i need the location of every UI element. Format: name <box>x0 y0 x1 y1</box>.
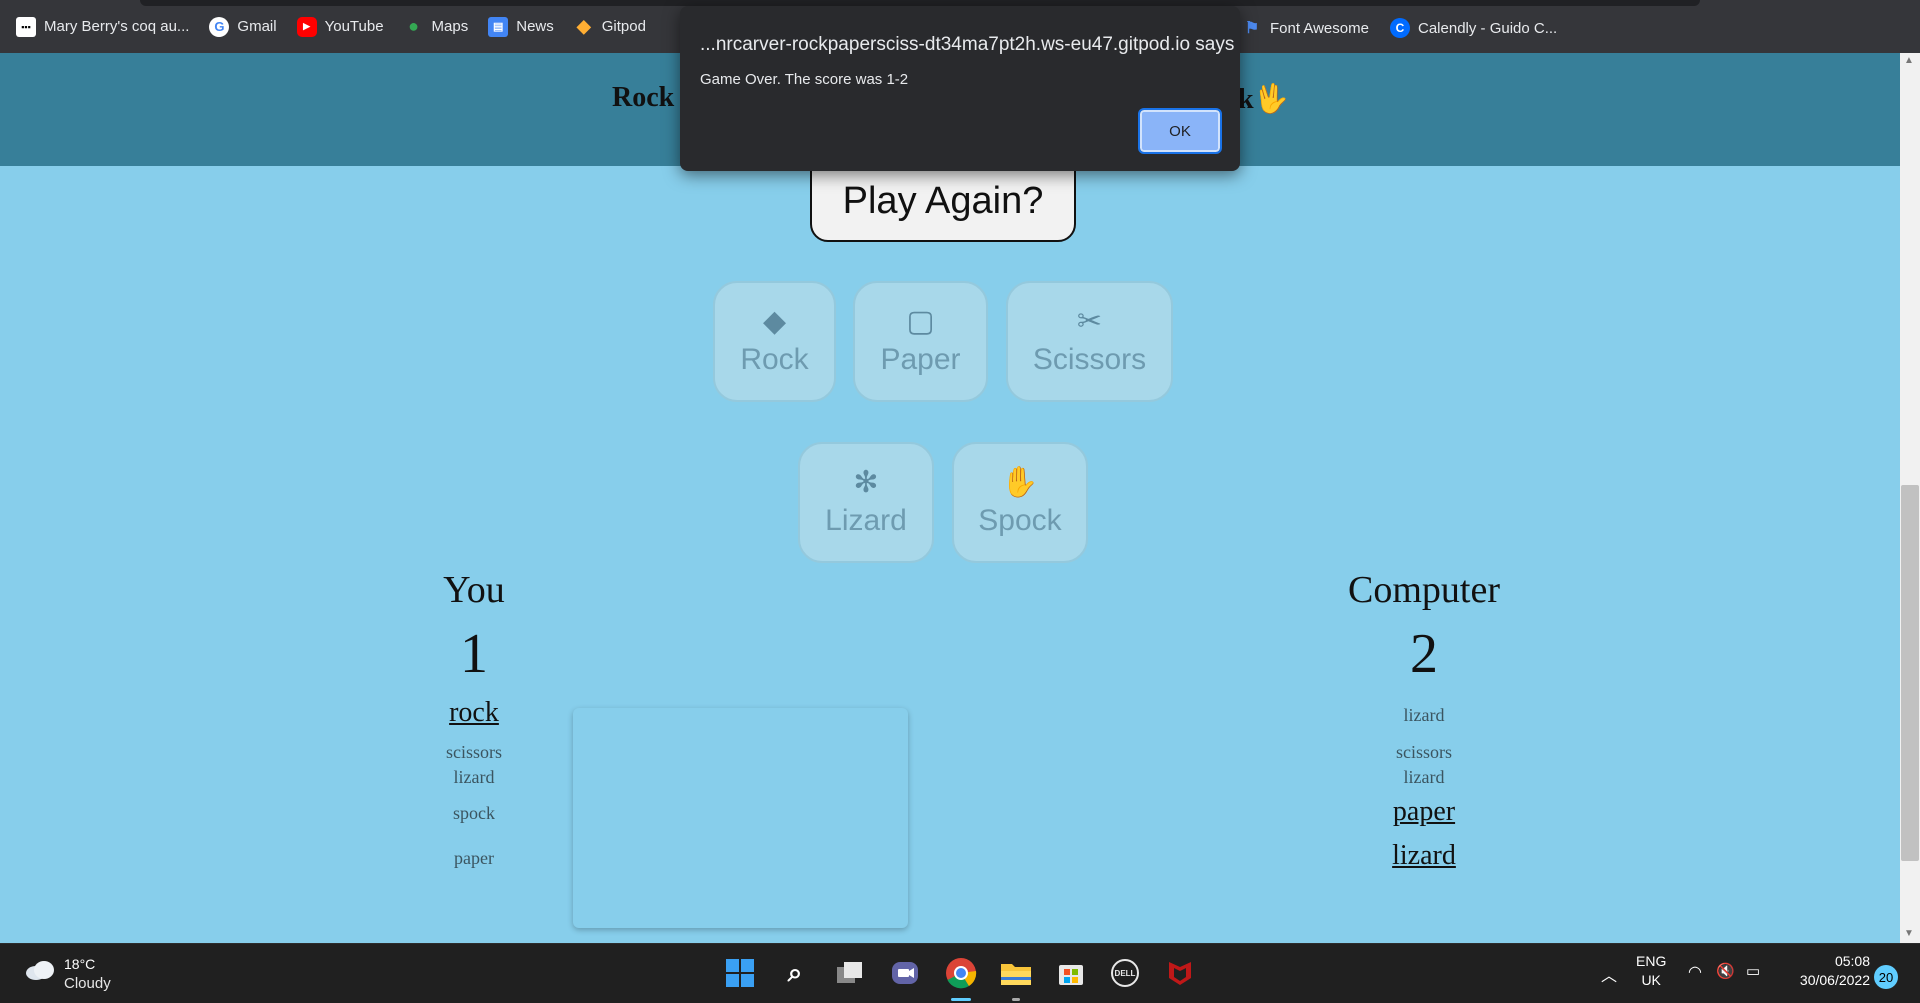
bookmark-maps[interactable]: ● Maps <box>404 16 469 37</box>
notification-badge[interactable]: 20 <box>1874 965 1898 989</box>
gem-icon: ◆ <box>762 304 787 338</box>
bookmark-youtube[interactable]: ▶ YouTube <box>296 16 384 37</box>
weather-temperature[interactable]: 18°C <box>64 956 95 972</box>
player-history-item: spock <box>453 803 495 823</box>
microsoft-store-icon[interactable] <box>1054 956 1088 990</box>
taskbar: 18°C Cloudy ⌕ DELL ︿ ENG UK ◠ 🔇 ▭ 05:08 … <box>0 943 1920 1003</box>
scissors-button[interactable]: ✂ Scissors <box>1006 281 1173 402</box>
computer-history-item: scissors <box>1395 742 1452 762</box>
chrome-icon[interactable] <box>944 956 978 990</box>
site-title-end: k🖖 <box>1238 82 1288 116</box>
bookmark-label: Maps <box>431 18 469 35</box>
scroll-up-arrow-icon[interactable]: ▲ <box>1904 55 1914 66</box>
google-icon: G <box>209 16 230 37</box>
bookmark-mary-berry[interactable]: ▪▪▪ Mary Berry's coq au... <box>16 16 190 37</box>
player-history-item: scissors <box>445 742 502 762</box>
bookmark-label: Gitpod <box>601 18 646 35</box>
paper-button[interactable]: ▢ Paper <box>853 281 988 402</box>
clock-time: 05:08 <box>1834 953 1870 969</box>
player-history-item: lizard <box>453 767 495 787</box>
open-app-indicator <box>1012 998 1020 1001</box>
language-code: ENG <box>1636 953 1667 969</box>
bookmark-label: YouTube <box>324 18 384 35</box>
wifi-icon[interactable]: ◠ <box>1688 962 1702 982</box>
bookmark-gitpod[interactable]: ◆ Gitpod <box>574 16 646 37</box>
computer-score: 2 <box>1410 623 1438 685</box>
player-history-item: rock <box>449 697 499 728</box>
alert-title: ...nrcarver-rockpapersciss-dt34ma7pt2h.w… <box>700 34 1235 55</box>
bookmark-label: Mary Berry's coq au... <box>44 18 190 35</box>
bookmark-grid-icon: ▪▪▪ <box>16 16 36 37</box>
file-explorer-icon[interactable] <box>999 956 1033 990</box>
active-app-indicator <box>951 998 971 1001</box>
bookmark-font-awesome[interactable]: ⚑ Font Awesome <box>1242 18 1369 38</box>
search-icon[interactable]: ⌕ <box>778 956 812 990</box>
spock-hand-icon: ✋ <box>1001 465 1039 499</box>
site-title: Rock <box>612 82 675 113</box>
rock-label: Rock <box>740 342 809 376</box>
flag-icon: ⚑ <box>1244 20 1260 37</box>
play-again-button[interactable]: Play Again? <box>810 160 1076 242</box>
alert-message: Game Over. The score was 1-2 <box>700 71 909 88</box>
player-score: 1 <box>460 623 488 685</box>
paper-label: Paper <box>880 342 961 376</box>
teams-chat-icon[interactable] <box>888 956 922 990</box>
svg-text:DELL: DELL <box>1115 969 1136 978</box>
gitpod-icon: ◆ <box>576 16 591 36</box>
news-icon: ▤ <box>488 16 509 37</box>
maps-pin-icon: ● <box>408 16 419 36</box>
bookmark-label: Font Awesome <box>1270 19 1369 37</box>
spock-label: Spock <box>978 503 1062 537</box>
calendly-icon: C <box>1390 18 1410 38</box>
spock-hand-icon: 🖖 <box>1253 84 1289 115</box>
computer-heading: Computer <box>1348 569 1500 611</box>
player-heading: You <box>443 569 505 611</box>
language-region: UK <box>1641 972 1661 988</box>
bookmark-calendly[interactable]: C Calendly - Guido C... <box>1390 18 1557 38</box>
bookmark-gmail[interactable]: G Gmail <box>209 16 277 37</box>
site-title-end-text: k <box>1238 84 1254 115</box>
dell-icon[interactable]: DELL <box>1108 956 1142 990</box>
chevron-up-icon[interactable]: ︿ <box>1601 962 1617 986</box>
youtube-icon: ▶ <box>296 16 317 37</box>
alert-dialog: ...nrcarver-rockpapersciss-dt34ma7pt2h.w… <box>680 6 1240 171</box>
clock[interactable]: 05:08 30/06/2022 <box>1786 952 1870 990</box>
lizard-label: Lizard <box>825 503 907 537</box>
cloud-icon <box>26 961 54 980</box>
computer-history-item: lizard <box>1403 767 1445 787</box>
note-icon: ▢ <box>906 304 935 338</box>
lizard-button[interactable]: ✻ Lizard <box>798 442 934 563</box>
spock-button[interactable]: ✋ Spock <box>952 442 1088 563</box>
computer-history-item: lizard <box>1403 705 1445 725</box>
battery-icon[interactable]: ▭ <box>1746 962 1760 980</box>
speaker-muted-icon[interactable]: 🔇 <box>1716 962 1735 980</box>
scroll-down-arrow-icon[interactable]: ▼ <box>1904 928 1914 939</box>
clock-date: 30/06/2022 <box>1799 972 1870 988</box>
computer-history-item: paper <box>1392 796 1456 827</box>
rock-button[interactable]: ◆ Rock <box>713 281 836 402</box>
windows-start-icon[interactable] <box>723 956 757 990</box>
bookmark-label: Gmail <box>237 18 277 35</box>
scissors-label: Scissors <box>1032 342 1147 376</box>
result-panel <box>573 708 908 928</box>
scrollbar-thumb[interactable] <box>1901 485 1919 861</box>
alert-ok-button[interactable]: OK <box>1138 108 1222 154</box>
language-indicator[interactable]: ENG UK <box>1636 952 1666 990</box>
player-history-item: paper <box>454 848 494 868</box>
bookmark-label: News <box>516 18 554 35</box>
task-view-icon[interactable] <box>833 956 867 990</box>
mcafee-icon[interactable] <box>1163 956 1197 990</box>
bookmark-label: Calendly - Guido C... <box>1418 19 1558 37</box>
computer-history-item: lizard <box>1392 840 1456 871</box>
bookmark-news[interactable]: ▤ News <box>488 16 554 37</box>
weather-condition[interactable]: Cloudy <box>64 975 111 992</box>
lizard-icon: ✻ <box>853 465 879 499</box>
scissors-icon: ✂ <box>1076 304 1103 338</box>
